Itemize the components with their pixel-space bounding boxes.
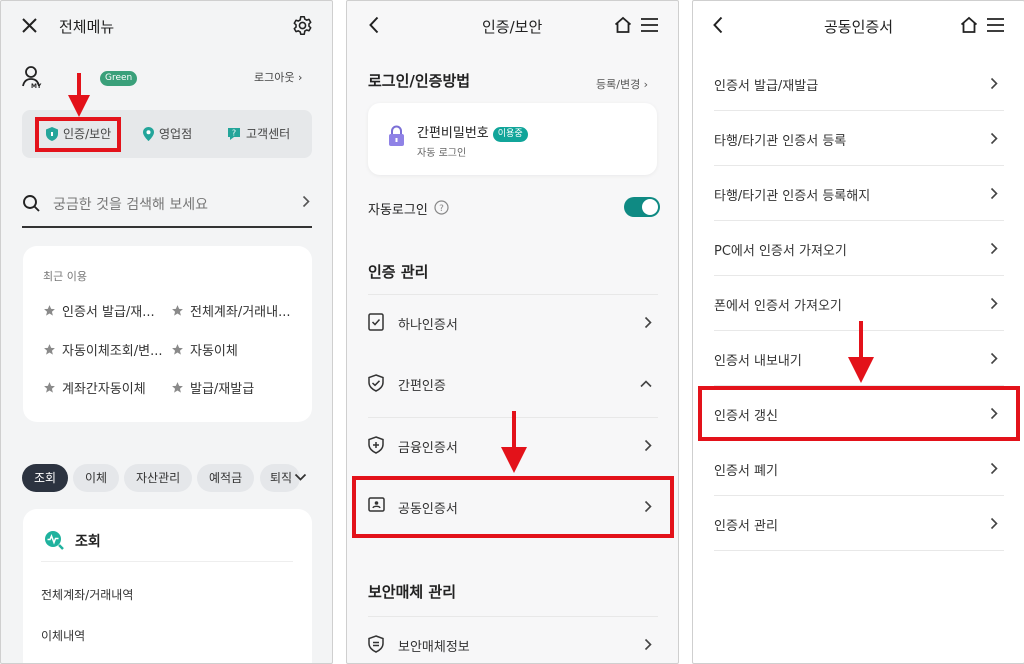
recent-item[interactable]: 자동이체조회/변... <box>43 340 163 359</box>
hamburger-menu-icon[interactable] <box>641 18 658 32</box>
close-icon[interactable] <box>21 17 38 34</box>
arrow-down-icon <box>848 321 874 383</box>
cert-item-simple[interactable]: 간편인증 <box>368 356 658 411</box>
auth-security-screen: 인증/보안 로그인/인증방법 등록/변경 › 간편비밀번호 이용중 자동 로그인 … <box>346 0 679 664</box>
help-chat-icon: ? <box>226 126 242 142</box>
logout-link[interactable]: 로그아웃 › <box>254 69 302 85</box>
auto-login-toggle[interactable] <box>624 197 660 217</box>
divider <box>41 561 293 562</box>
chevron-right-icon <box>644 439 652 452</box>
cert-menu-unregister-other[interactable]: 타행/타기관 인증서 등록해지 <box>714 166 1004 221</box>
shield-plus-icon <box>368 436 384 454</box>
menu-card-inquiry: 조회 전체계좌/거래내역 이체내역 <box>23 509 312 663</box>
star-icon <box>43 304 56 317</box>
highlight-box <box>698 386 1020 441</box>
security-media-info[interactable]: 보안매체정보 <box>368 616 658 663</box>
home-icon[interactable] <box>614 16 632 34</box>
tab-inquiry[interactable]: 조회 <box>22 464 69 492</box>
cert-menu-manage[interactable]: 인증서 관리 <box>714 496 1004 551</box>
recent-card: 최근 이용 인증서 발급/재... 전체계좌/거래내... 자동이체조회/변..… <box>23 246 312 422</box>
section-title-login: 로그인/인증방법 <box>368 72 471 90</box>
menu-card-title: 조회 <box>75 534 101 550</box>
tab-deposits[interactable]: 예적금 <box>197 464 255 492</box>
section-title-cert: 인증 관리 <box>368 263 429 281</box>
chevron-right-icon <box>990 187 998 200</box>
shield-check-icon <box>368 374 384 392</box>
home-icon[interactable] <box>960 16 978 34</box>
tab-transfer[interactable]: 이체 <box>73 464 120 492</box>
cert-menu-revoke[interactable]: 인증서 폐기 <box>714 441 1004 496</box>
recent-item[interactable]: 인증서 발급/재... <box>43 301 155 320</box>
login-method-sub: 자동 로그인 <box>417 148 467 159</box>
page-title: 공동인증서 <box>824 18 894 36</box>
quick-item-branch[interactable]: 영업점 <box>142 125 192 142</box>
menu-item[interactable]: 이체내역 <box>41 627 85 644</box>
star-icon <box>171 304 184 317</box>
chart-search-icon <box>43 529 65 551</box>
cert-menu-issue[interactable]: 인증서 발급/재발급 <box>714 56 1004 111</box>
in-use-badge: 이용중 <box>492 127 528 142</box>
recent-item[interactable]: 전체계좌/거래내... <box>171 301 291 320</box>
chevron-up-icon <box>640 380 652 388</box>
header: 공동인증서 <box>693 1 1024 51</box>
chevron-down-icon[interactable] <box>294 473 307 482</box>
page-title: 전체메뉴 <box>59 18 115 36</box>
toggle-knob <box>642 199 658 215</box>
my-label: MY <box>31 83 42 90</box>
lock-icon <box>388 125 405 147</box>
chevron-right-icon <box>990 132 998 145</box>
svg-text:?: ? <box>439 204 444 214</box>
grade-badge: Green <box>100 71 138 86</box>
auto-login-label: 자동로그인 <box>368 203 428 218</box>
back-icon[interactable] <box>369 16 379 34</box>
menu-item[interactable]: 전체계좌/거래내역 <box>41 586 133 603</box>
chevron-right-icon <box>644 316 652 329</box>
chevron-right-icon <box>990 352 998 365</box>
question-icon[interactable]: ? <box>434 200 449 215</box>
chevron-right-icon <box>990 517 998 530</box>
chevron-right-icon <box>302 195 310 208</box>
back-icon[interactable] <box>713 16 723 34</box>
star-icon <box>43 381 56 394</box>
full-menu-screen: 전체메뉴 MY Green 로그아웃 › 인증/보안 영업점 ? 고객센터 궁금… <box>0 0 333 664</box>
login-method-name: 간편비밀번호 이용중 <box>417 122 528 142</box>
joint-certificate-screen: 공동인증서 인증서 발급/재발급 타행/타기관 인증서 등록 타행/타기관 인증… <box>692 0 1024 664</box>
recent-item[interactable]: 발급/재발급 <box>171 378 254 397</box>
highlight-box <box>352 476 674 538</box>
search-input[interactable]: 궁금한 것을 검색해 보세요 <box>22 186 312 228</box>
hamburger-menu-icon[interactable] <box>987 18 1004 32</box>
svg-text:?: ? <box>232 128 236 137</box>
gear-icon[interactable] <box>292 15 313 36</box>
arrow-down-icon <box>68 73 90 117</box>
chevron-right-icon <box>644 638 652 651</box>
section-title-security-media: 보안매체 관리 <box>368 583 457 601</box>
recent-item[interactable]: 자동이체 <box>171 340 238 359</box>
search-placeholder: 궁금한 것을 검색해 보세요 <box>53 197 209 213</box>
shield-list-icon <box>368 635 384 653</box>
recent-title: 최근 이용 <box>43 270 87 283</box>
recent-item[interactable]: 계좌간자동이체 <box>43 378 146 397</box>
chevron-right-icon <box>990 77 998 90</box>
tab-asset-management[interactable]: 자산관리 <box>124 464 193 492</box>
cert-menu-register-other[interactable]: 타행/타기관 인증서 등록 <box>714 111 1004 166</box>
cert-menu-import-pc[interactable]: PC에서 인증서 가져오기 <box>714 221 1004 276</box>
arrow-down-icon <box>501 411 527 473</box>
header: 전체메뉴 <box>1 1 332 51</box>
chevron-right-icon <box>990 242 998 255</box>
page-title: 인증/보안 <box>482 18 543 36</box>
chevron-right-icon <box>990 462 998 475</box>
document-check-icon <box>368 313 384 331</box>
register-change-link[interactable]: 등록/변경 › <box>596 76 648 92</box>
cert-item-hana[interactable]: 하나인증서 <box>368 294 658 349</box>
chevron-right-icon <box>990 297 998 310</box>
search-icon <box>22 194 41 213</box>
star-icon <box>43 343 56 356</box>
quick-item-customer-center[interactable]: ? 고객센터 <box>226 125 290 142</box>
header: 인증/보안 <box>347 1 678 51</box>
location-pin-icon <box>142 126 155 142</box>
star-icon <box>171 343 184 356</box>
highlight-box <box>35 117 121 152</box>
star-icon <box>171 381 184 394</box>
login-method-card[interactable]: 간편비밀번호 이용중 자동 로그인 <box>368 103 657 175</box>
